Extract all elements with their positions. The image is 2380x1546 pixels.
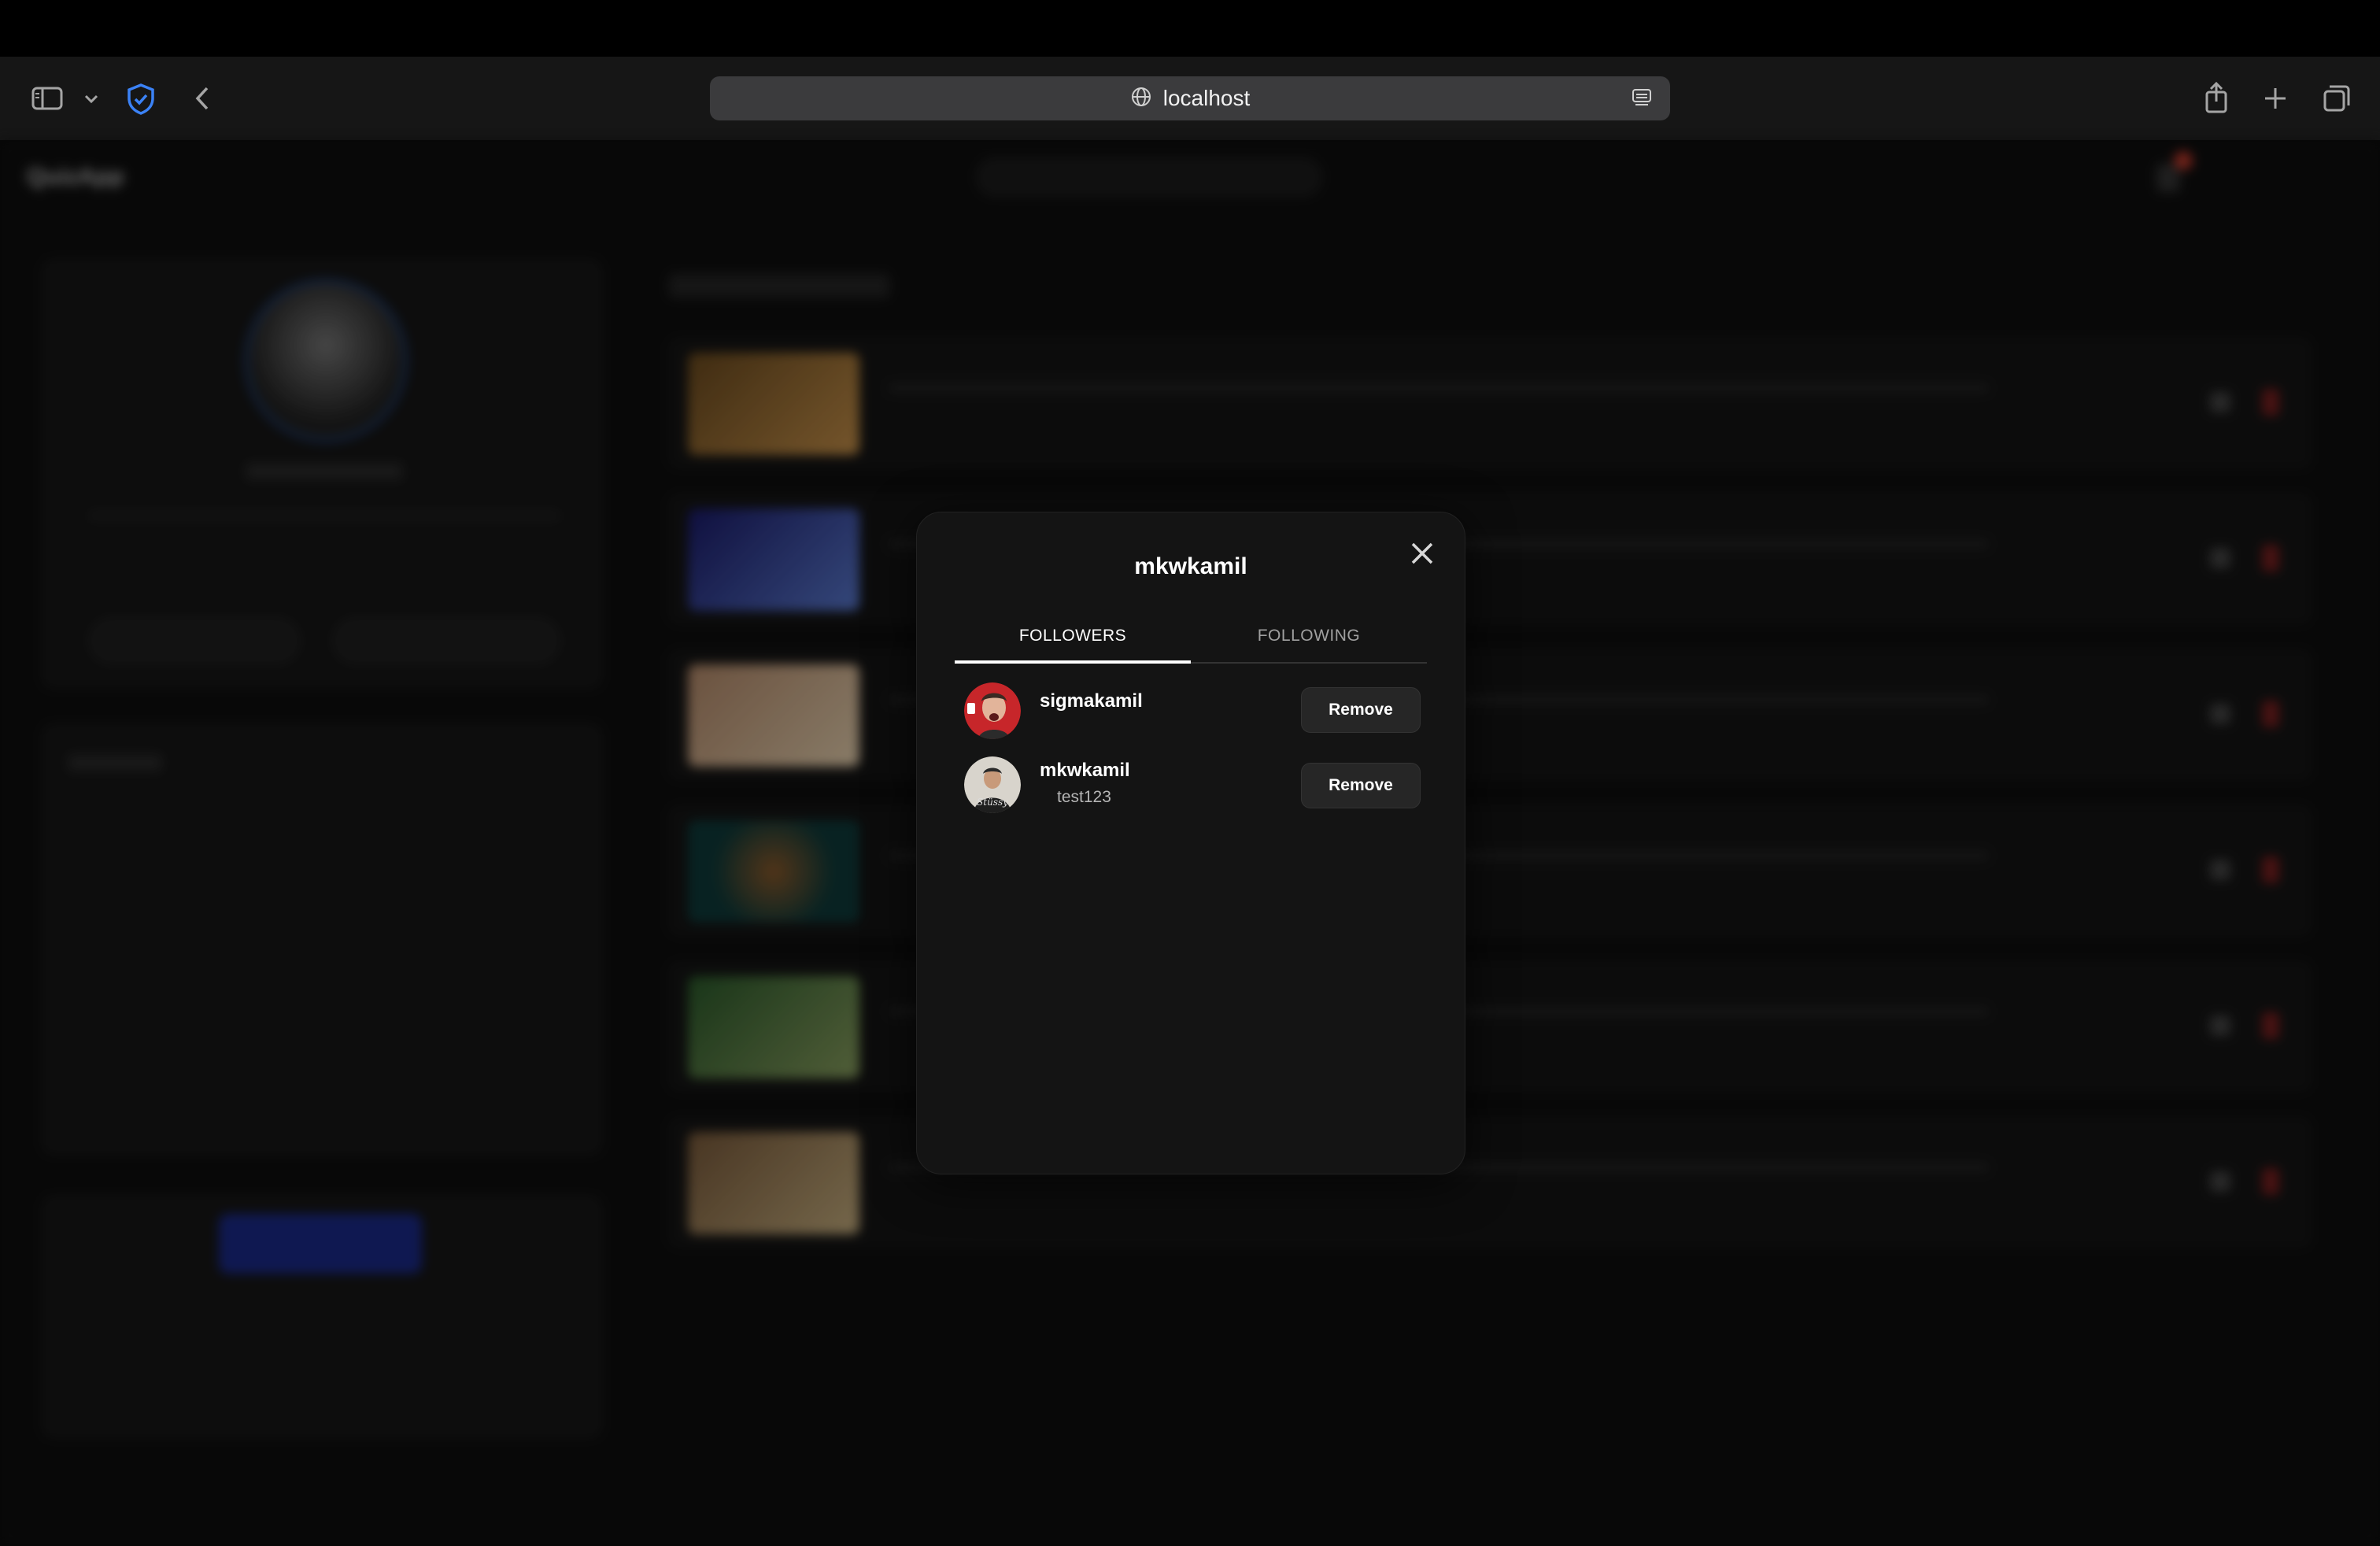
globe-icon (1130, 86, 1152, 112)
new-tab-icon[interactable] (2262, 85, 2289, 112)
svg-text:Stüssy: Stüssy (977, 797, 1008, 808)
window-top-strip (0, 0, 2380, 57)
tab-following-label: FOLLOWING (1257, 627, 1361, 645)
follower-display-name: test123 (1057, 788, 1111, 806)
share-icon[interactable] (2202, 80, 2230, 115)
shield-icon[interactable] (124, 82, 157, 117)
tab-followers[interactable]: FOLLOWERS (955, 610, 1191, 664)
follower-item: sigmakamil Remove (964, 682, 1421, 745)
avatar[interactable]: Stüssy (964, 756, 1021, 813)
browser-toolbar: localhost (0, 57, 2380, 140)
reader-mode-icon[interactable] (1631, 87, 1653, 113)
follower-username[interactable]: mkwkamil (1040, 760, 1130, 782)
chevron-down-icon[interactable] (82, 90, 101, 109)
follower-item: Stüssy mkwkamil test123 Remove (964, 745, 1421, 813)
active-tab-indicator (955, 660, 1191, 664)
address-bar[interactable]: localhost (710, 76, 1670, 120)
followers-modal: mkwkamil FOLLOWERS FOLLOWING sigmakamil (916, 512, 1465, 1174)
back-icon[interactable] (190, 85, 214, 112)
close-button[interactable] (1403, 536, 1441, 574)
remove-follower-button[interactable]: Remove (1301, 687, 1421, 733)
tab-following[interactable]: FOLLOWING (1191, 610, 1427, 662)
close-icon (1409, 540, 1436, 571)
tab-overview-icon[interactable] (2322, 83, 2352, 113)
modal-title: mkwkamil (1134, 553, 1247, 579)
sidebar-toggle-icon[interactable] (30, 85, 65, 112)
avatar[interactable] (964, 682, 1021, 739)
modal-tabs: FOLLOWERS FOLLOWING (955, 610, 1427, 664)
url-text: localhost (1162, 86, 1251, 110)
follower-username[interactable]: sigmakamil (1040, 690, 1143, 712)
tab-followers-label: FOLLOWERS (1018, 627, 1127, 645)
remove-follower-button[interactable]: Remove (1301, 763, 1421, 808)
